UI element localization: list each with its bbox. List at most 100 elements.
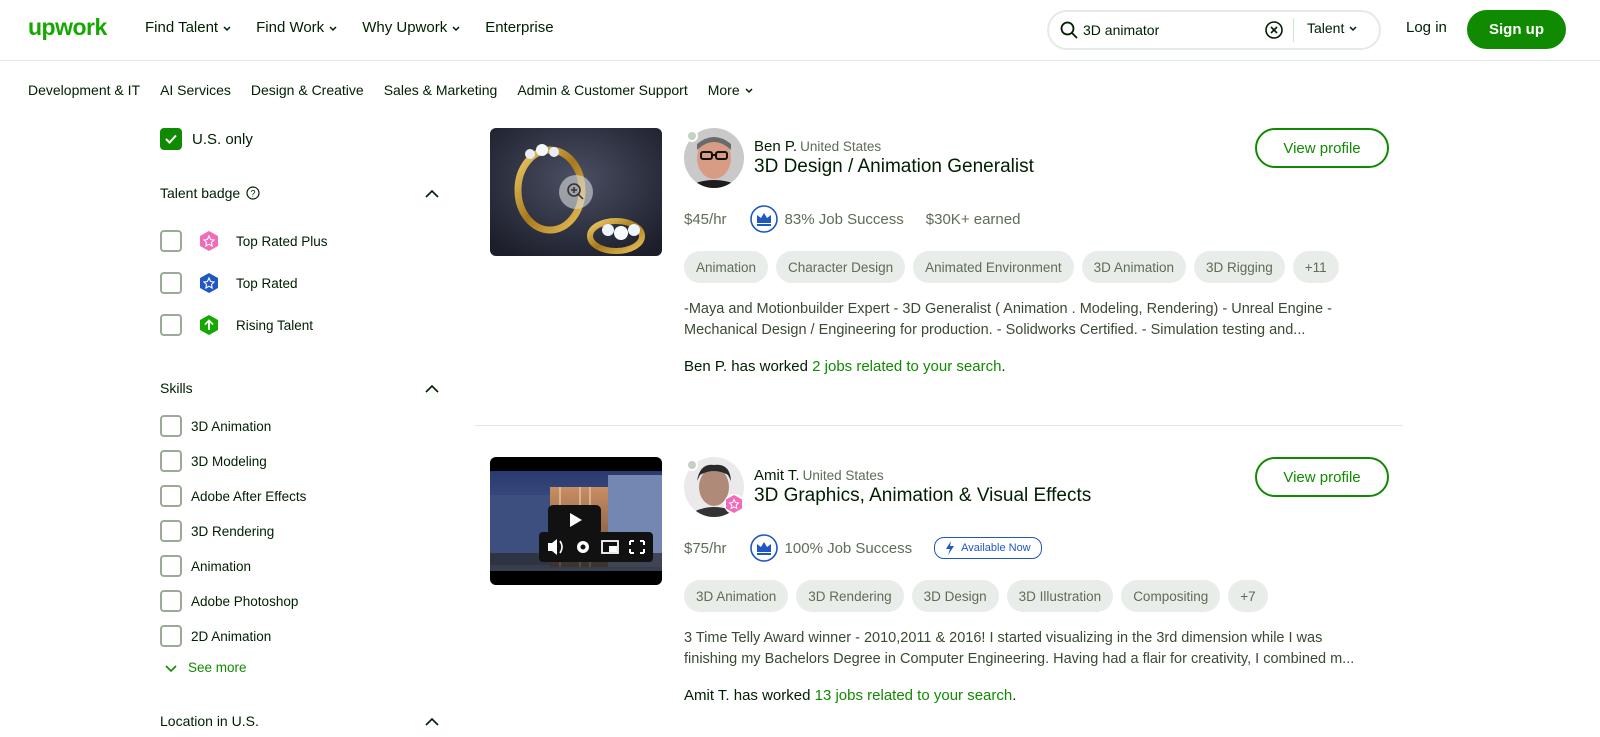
job-success-crown-icon (749, 534, 778, 562)
view-profile-button[interactable]: View profile (1255, 457, 1389, 497)
freelancer-title[interactable]: 3D Graphics, Animation & Visual Effects (754, 485, 1091, 507)
skill-checkbox[interactable] (160, 415, 182, 437)
clear-search-icon[interactable] (1264, 20, 1284, 40)
skill-filter[interactable]: 3D Modeling (160, 450, 267, 472)
main-nav: Find Talent Find Work Why Upwork Enterpr… (145, 19, 554, 36)
chevron-down-icon (452, 25, 460, 31)
job-success-text: 100% Job Success (784, 539, 913, 557)
skill-checkbox[interactable] (160, 450, 182, 472)
nav-find-talent[interactable]: Find Talent (145, 19, 232, 36)
chevron-down-icon (165, 664, 177, 672)
freelancer-country: United States (800, 139, 882, 154)
freelancer-country: United States (802, 468, 884, 483)
us-only-filter[interactable]: U.S. only (160, 128, 253, 150)
top-rated-plus-icon (200, 231, 218, 251)
nav-label: Find Talent (145, 19, 219, 36)
skill-tag[interactable]: 3D Rendering (796, 580, 904, 612)
nav-find-work[interactable]: Find Work (256, 19, 338, 36)
skill-filter[interactable]: Adobe After Effects (160, 485, 306, 507)
portfolio-thumbnail[interactable] (490, 128, 662, 256)
skill-checkbox[interactable] (160, 590, 182, 612)
jobs-worked-suffix: . (1001, 358, 1006, 375)
badge-label: Rising Talent (236, 317, 314, 333)
skill-tag[interactable]: Animation (684, 251, 769, 283)
help-icon[interactable]: ? (246, 186, 260, 200)
freelancer-card[interactable]: Amit T. United States 3D Graphics, Animat… (490, 457, 1390, 717)
search-bar: Talent (1047, 10, 1381, 50)
more-skills-tag[interactable]: +11 (1292, 251, 1339, 283)
skill-checkbox[interactable] (160, 485, 182, 507)
job-success-text: 83% Job Success (784, 210, 904, 228)
jobs-worked-suffix: . (1012, 687, 1017, 704)
search-scope-dropdown[interactable]: Talent (1307, 20, 1358, 36)
nav-enterprise[interactable]: Enterprise (485, 19, 553, 36)
skill-tag[interactable]: 3D Animation (1081, 251, 1186, 283)
skill-checkbox[interactable] (160, 555, 182, 577)
view-profile-button[interactable]: View profile (1255, 128, 1389, 168)
total-earned: $30K+ earned (925, 210, 1021, 228)
skill-label: 3D Animation (191, 418, 272, 434)
freelancer-name[interactable]: Amit T. (754, 467, 800, 484)
category-development-it[interactable]: Development & IT (28, 82, 140, 98)
skill-checkbox[interactable] (160, 625, 182, 647)
badge-checkbox[interactable] (160, 272, 182, 294)
skill-tag[interactable]: 3D Design (911, 580, 999, 612)
search-input[interactable] (1083, 18, 1263, 42)
jobs-related-link[interactable]: 13 jobs related to your search (815, 687, 1013, 704)
category-more[interactable]: More (708, 82, 754, 98)
skill-tag[interactable]: 3D Animation (684, 580, 789, 612)
us-only-checkbox[interactable] (160, 128, 182, 150)
skill-tag[interactable]: Character Design (776, 251, 906, 283)
skill-filter[interactable]: 3D Rendering (160, 520, 274, 542)
freelancer-card[interactable]: Ben P. United States 3D Design / Animatio… (490, 128, 1390, 388)
badge-checkbox[interactable] (160, 314, 182, 336)
category-more-label: More (707, 82, 740, 98)
collapse-skills-icon[interactable] (424, 383, 440, 395)
collapse-talent-badge-icon[interactable] (424, 188, 440, 200)
portfolio-video-thumbnail[interactable] (490, 457, 662, 585)
skill-tag[interactable]: 3D Illustration (1006, 580, 1114, 612)
more-skills-tag[interactable]: +7 (1228, 580, 1268, 612)
freelancer-title[interactable]: 3D Design / Animation Generalist (754, 156, 1034, 178)
chevron-down-icon (329, 25, 337, 31)
skill-tag[interactable]: Compositing (1121, 580, 1221, 612)
search-divider (1293, 18, 1294, 42)
online-status-dot (686, 459, 698, 471)
description-line: finishing my Bachelors Degree in Compute… (684, 651, 1355, 667)
job-success: 100% Job Success (749, 533, 913, 563)
category-sales-marketing[interactable]: Sales & Marketing (384, 82, 498, 98)
category-admin-support[interactable]: Admin & Customer Support (517, 82, 687, 98)
skill-filter[interactable]: Animation (160, 555, 251, 577)
upwork-logo[interactable]: upwork (28, 14, 107, 41)
skill-tag[interactable]: Animated Environment (913, 251, 1074, 283)
talent-badge-title: Talent badge (160, 185, 241, 201)
signup-button[interactable]: Sign up (1467, 10, 1566, 49)
skill-filter[interactable]: 3D Animation (160, 415, 271, 437)
badge-rising-talent[interactable]: Rising Talent (160, 314, 313, 336)
badge-top-rated[interactable]: Top Rated (160, 272, 298, 294)
category-design-creative[interactable]: Design & Creative (251, 82, 364, 98)
skill-tag[interactable]: 3D Rigging (1193, 251, 1285, 283)
skill-checkbox[interactable] (160, 520, 182, 542)
search-icon (1060, 21, 1078, 39)
badge-top-rated-plus[interactable]: Top Rated Plus (160, 230, 328, 252)
jobs-worked-text: Ben P. has worked (684, 358, 813, 375)
skill-filter[interactable]: 2D Animation (160, 625, 271, 647)
nav-label: Enterprise (485, 19, 554, 36)
category-ai-services[interactable]: AI Services (160, 82, 231, 98)
skill-label: Adobe After Effects (191, 488, 307, 504)
jobs-worked-text: Amit T. has worked (684, 687, 815, 704)
collapse-location-icon[interactable] (424, 716, 440, 728)
see-more-skills[interactable]: See more (164, 660, 247, 675)
badge-label: Top Rated Plus (236, 233, 328, 249)
skill-filter[interactable]: Adobe Photoshop (160, 590, 298, 612)
nav-label: Find Work (256, 19, 325, 36)
jobs-related-link[interactable]: 2 jobs related to your search (812, 358, 1001, 375)
svg-text:?: ? (251, 189, 256, 199)
rising-talent-icon (200, 315, 218, 335)
jobs-worked: Ben P. has worked 2 jobs related to your… (684, 358, 1006, 375)
freelancer-name[interactable]: Ben P. (754, 138, 797, 155)
badge-checkbox[interactable] (160, 230, 182, 252)
nav-why-upwork[interactable]: Why Upwork (362, 19, 461, 36)
login-link[interactable]: Log in (1406, 19, 1447, 36)
